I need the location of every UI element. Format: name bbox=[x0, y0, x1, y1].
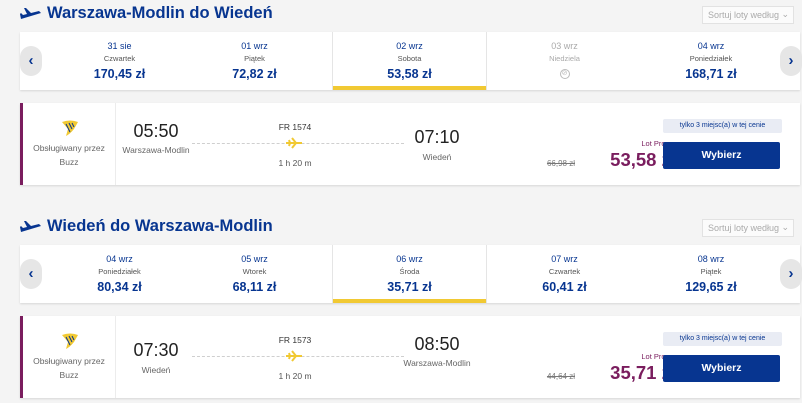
date-label: 31 sie bbox=[107, 41, 132, 51]
weekday-label: Niedziela bbox=[549, 54, 580, 63]
date-label: 07 wrz bbox=[551, 254, 578, 264]
flight-card[interactable]: Obsługiwany przez Buzz 07:30 Wiedeń FR 1… bbox=[20, 316, 800, 398]
date-label: 03 wrz bbox=[551, 41, 578, 51]
date-option-unavailable: 03 wrz Niedziela ⊘ bbox=[487, 32, 642, 90]
chevron-right-icon: › bbox=[788, 265, 794, 282]
departure-time: 05:50 bbox=[133, 121, 179, 141]
flight-number: FR 1574 bbox=[278, 122, 312, 132]
chevron-left-icon: ‹ bbox=[28, 265, 34, 282]
plane-icon bbox=[286, 350, 302, 362]
old-price: 66,98 zł bbox=[546, 159, 575, 168]
operator-block: Obsługiwany przez Buzz bbox=[23, 103, 116, 185]
chevron-right-icon: › bbox=[788, 52, 794, 69]
promo-label: Lot Promo bbox=[641, 139, 676, 148]
date-label: 04 wrz bbox=[697, 41, 725, 51]
weekday-label: Czwartek bbox=[548, 267, 581, 276]
date-price: 170,45 zł bbox=[93, 67, 146, 81]
date-carousel: ‹ 04 wrz Poniedziałek 80,34 zł 05 wrz Wt… bbox=[20, 245, 802, 303]
chevron-down-icon: ⌄ bbox=[781, 222, 789, 232]
date-option[interactable]: 07 wrz Czwartek 60,41 zł bbox=[487, 245, 642, 303]
weekday-label: Sobota bbox=[397, 54, 422, 63]
section-title: Wiedeń do Warszawa-Modlin bbox=[47, 217, 273, 235]
date-price: 53,58 zł bbox=[387, 67, 432, 81]
weekday-label: Piątek bbox=[244, 54, 265, 63]
date-label: 04 wrz bbox=[106, 254, 133, 264]
next-dates-button[interactable]: › bbox=[780, 46, 802, 76]
seats-left-badge: tylko 3 miejsc(a) w tej cenie bbox=[663, 332, 782, 346]
departure-time: 07:30 bbox=[133, 340, 179, 360]
operator-block: Obsługiwany przez Buzz bbox=[23, 316, 116, 398]
date-label: 05 wrz bbox=[241, 254, 268, 264]
flight-duration: 1 h 20 m bbox=[278, 371, 312, 381]
prev-dates-button[interactable]: ‹ bbox=[20, 46, 42, 76]
sort-dropdown[interactable]: Sortuj loty według ⌄ bbox=[702, 6, 794, 24]
weekday-label: Poniedziałek bbox=[689, 54, 733, 63]
date-option[interactable]: 04 wrz Poniedziałek 80,34 zł bbox=[42, 245, 197, 303]
date-label: 06 wrz bbox=[396, 254, 423, 264]
date-price: 168,71 zł bbox=[685, 67, 737, 81]
weekday-label: Piątek bbox=[700, 267, 722, 276]
weekday-label: Poniedziałek bbox=[98, 267, 141, 276]
departure-airport: Wiedeń bbox=[141, 365, 171, 375]
operator-label: Obsługiwany przez Buzz bbox=[33, 356, 105, 380]
selected-indicator bbox=[333, 299, 486, 303]
date-carousel: ‹ 31 sie Czwartek 170,45 zł 01 wrz Piąte… bbox=[20, 32, 802, 90]
select-fare-button[interactable]: Wybierz bbox=[663, 355, 780, 382]
date-price: 68,11 zł bbox=[232, 280, 277, 294]
plane-icon bbox=[20, 221, 41, 232]
section-header: Wiedeń do Warszawa-Modlin Sortuj loty we… bbox=[0, 213, 802, 243]
flight-number: FR 1573 bbox=[278, 335, 312, 345]
sort-label: Sortuj loty według bbox=[708, 223, 780, 233]
weekday-label: Wtorek bbox=[242, 267, 267, 276]
date-label: 02 wrz bbox=[396, 41, 423, 51]
arrival-time: 08:50 bbox=[414, 334, 460, 354]
prev-dates-button[interactable]: ‹ bbox=[20, 259, 42, 289]
next-dates-button[interactable]: › bbox=[780, 259, 802, 289]
departure-airport: Warszawa-Modlin bbox=[122, 145, 190, 155]
section-header: Warszawa-Modlin do Wiedeń Sortuj loty we… bbox=[0, 0, 802, 30]
date-price: 35,71 zł bbox=[387, 280, 432, 294]
date-price: 80,34 zł bbox=[97, 280, 142, 294]
selected-indicator bbox=[333, 86, 486, 90]
operator-label: Obsługiwany przez Buzz bbox=[33, 143, 105, 167]
plane-icon bbox=[20, 8, 41, 19]
harp-logo-icon bbox=[62, 333, 78, 349]
chevron-down-icon: ⌄ bbox=[781, 9, 789, 19]
date-option-selected[interactable]: 02 wrz Sobota 53,58 zł bbox=[332, 32, 487, 90]
section-title: Warszawa-Modlin do Wiedeń bbox=[47, 4, 273, 22]
flight-card[interactable]: Obsługiwany przez Buzz 05:50 Warszawa-Mo… bbox=[20, 103, 800, 185]
arrival-time: 07:10 bbox=[414, 127, 460, 147]
select-fare-button[interactable]: Wybierz bbox=[663, 142, 780, 169]
date-option[interactable]: 08 wrz Piątek 129,65 zł bbox=[642, 245, 780, 303]
date-price: 60,41 zł bbox=[542, 280, 587, 294]
sort-label: Sortuj loty według bbox=[708, 10, 780, 20]
date-option-selected[interactable]: 06 wrz Środa 35,71 zł bbox=[332, 245, 487, 303]
sort-dropdown[interactable]: Sortuj loty według ⌄ bbox=[702, 219, 794, 237]
fare-price: 35,71 zł bbox=[610, 362, 676, 383]
date-option[interactable]: 05 wrz Wtorek 68,11 zł bbox=[177, 245, 332, 303]
arrival-airport: Warszawa-Modlin bbox=[403, 358, 471, 368]
arrival-airport: Wiedeń bbox=[422, 152, 452, 162]
date-option[interactable]: 31 sie Czwartek 170,45 zł bbox=[42, 32, 197, 90]
chevron-left-icon: ‹ bbox=[28, 52, 34, 69]
date-price: 129,65 zł bbox=[685, 280, 737, 294]
seats-left-badge: tylko 3 miejsc(a) w tej cenie bbox=[663, 119, 782, 133]
date-option[interactable]: 04 wrz Poniedziałek 168,71 zł bbox=[642, 32, 780, 90]
promo-label: Lot Promo bbox=[641, 352, 676, 361]
date-label: 01 wrz bbox=[241, 41, 268, 51]
harp-logo-icon bbox=[62, 120, 78, 136]
date-option[interactable]: 01 wrz Piątek 72,82 zł bbox=[177, 32, 332, 90]
fare-price: 53,58 zł bbox=[610, 149, 676, 170]
old-price: 44,64 zł bbox=[546, 372, 575, 381]
date-label: 08 wrz bbox=[697, 254, 725, 264]
plane-icon bbox=[286, 137, 302, 149]
unavailable-icon: ⊘ bbox=[559, 69, 570, 79]
weekday-label: Środa bbox=[399, 267, 420, 276]
weekday-label: Czwartek bbox=[103, 54, 136, 63]
flight-duration: 1 h 20 m bbox=[278, 158, 312, 168]
date-price: 72,82 zł bbox=[232, 67, 277, 81]
